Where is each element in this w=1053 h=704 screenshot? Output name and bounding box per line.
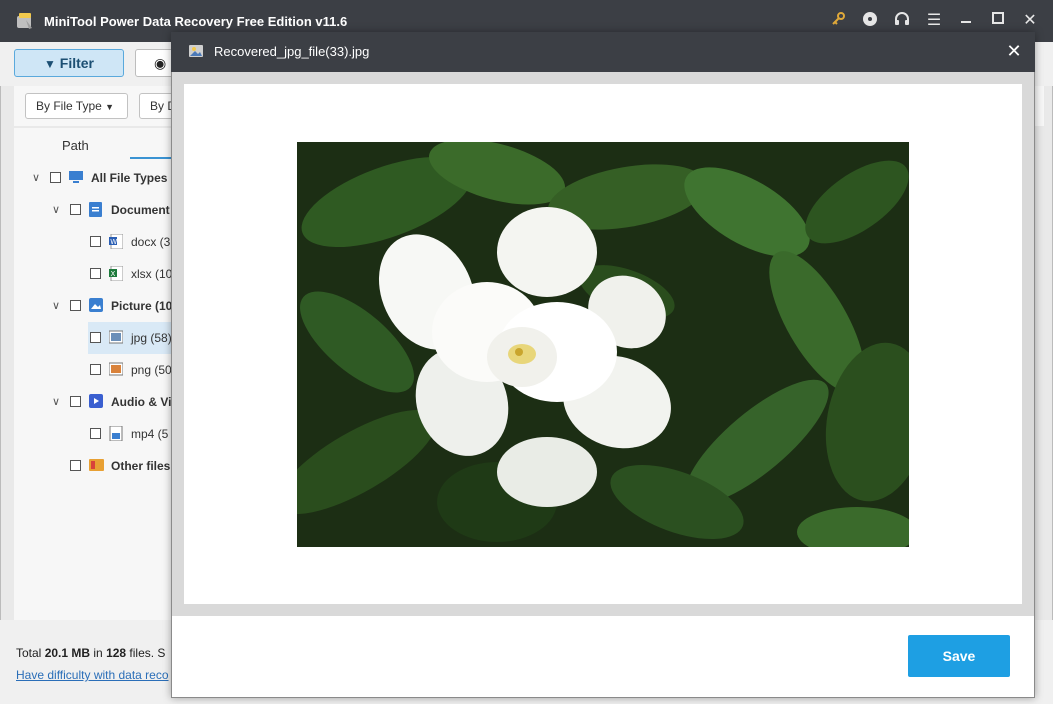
tree-label: Audio & Vi [111, 395, 172, 409]
document-icon [89, 202, 102, 220]
tree-label: mp4 (5 [131, 427, 169, 441]
checkbox[interactable] [70, 460, 81, 471]
excel-icon: X [109, 265, 124, 284]
app-logo-icon [14, 10, 36, 32]
checkbox[interactable] [90, 332, 101, 343]
checkbox[interactable] [70, 300, 81, 311]
window-title: MiniTool Power Data Recovery Free Editio… [44, 14, 348, 29]
total-size: 20.1 MB [44, 646, 91, 660]
checkbox[interactable] [90, 268, 101, 279]
status-middle: in [90, 646, 107, 660]
active-tab-indicator [130, 157, 174, 159]
headphones-icon[interactable] [892, 11, 912, 31]
close-icon[interactable]: ✕ [1020, 11, 1040, 31]
checkbox[interactable] [70, 396, 81, 407]
file-type-tree [14, 160, 174, 620]
save-button[interactable]: Save [908, 635, 1010, 677]
chevron-down-icon[interactable]: ∨ [50, 296, 62, 316]
dialog-title: Recovered_jpg_file(33).jpg [214, 44, 370, 59]
chevron-down-icon[interactable]: ∨ [30, 168, 42, 188]
computer-icon [68, 170, 84, 187]
tree-label: jpg (58) [131, 331, 172, 345]
checkbox[interactable] [70, 204, 81, 215]
eye-icon: ◉ [154, 55, 167, 71]
checkbox[interactable] [50, 172, 61, 183]
png-icon [108, 362, 124, 379]
picture-icon [89, 298, 103, 315]
funnel-icon: ▼ [43, 57, 56, 71]
chevron-down-icon: ▼ [105, 102, 115, 112]
minimize-icon[interactable] [956, 11, 976, 31]
view-tabs [14, 128, 174, 160]
tree-label: Other files [111, 459, 171, 473]
disc-icon[interactable] [860, 11, 880, 31]
image-file-icon [186, 41, 206, 61]
help-link[interactable]: Have difficulty with data reco [16, 668, 169, 682]
tree-label: All File Types ( [91, 171, 175, 185]
chevron-down-icon[interactable]: ∨ [50, 392, 62, 412]
checkbox[interactable] [90, 364, 101, 375]
word-icon: W [109, 233, 124, 252]
status-prefix: Total [16, 646, 45, 660]
other-files-icon [89, 458, 104, 475]
svg-text:W: W [110, 238, 117, 246]
jpg-icon [108, 330, 124, 347]
tree-label: Document [111, 203, 170, 217]
menu-icon[interactable]: ☰ [924, 11, 944, 31]
mp4-icon [109, 425, 123, 444]
by-file-type-label: By File Type [36, 99, 102, 113]
file-count: 128 [106, 646, 127, 660]
preview-image [297, 142, 909, 547]
tab-path[interactable]: Path [62, 138, 89, 153]
tree-label: xlsx (10 [131, 267, 173, 281]
status-suffix: files. S [126, 646, 166, 660]
status-summary: Total 20.1 MB in 128 files. S [16, 646, 165, 660]
checkbox[interactable] [90, 236, 101, 247]
dialog-close-icon[interactable]: ✕ [1004, 40, 1024, 62]
checkbox[interactable] [90, 428, 101, 439]
tree-label: png (50 [131, 363, 172, 377]
tree-label: Picture (10 [111, 299, 173, 313]
svg-text:X: X [111, 270, 116, 278]
maximize-icon[interactable] [988, 11, 1008, 31]
key-icon[interactable] [828, 11, 848, 31]
chevron-down-icon[interactable]: ∨ [50, 200, 62, 220]
tree-label: docx (3 [131, 235, 171, 249]
by-file-type-dropdown[interactable]: By File Type ▼ [25, 93, 128, 119]
filter-button-label: Filter [59, 55, 94, 71]
filter-button[interactable]: ▼ Filter [14, 49, 124, 77]
audio-video-icon [89, 394, 103, 411]
dialog-footer [172, 616, 1034, 696]
